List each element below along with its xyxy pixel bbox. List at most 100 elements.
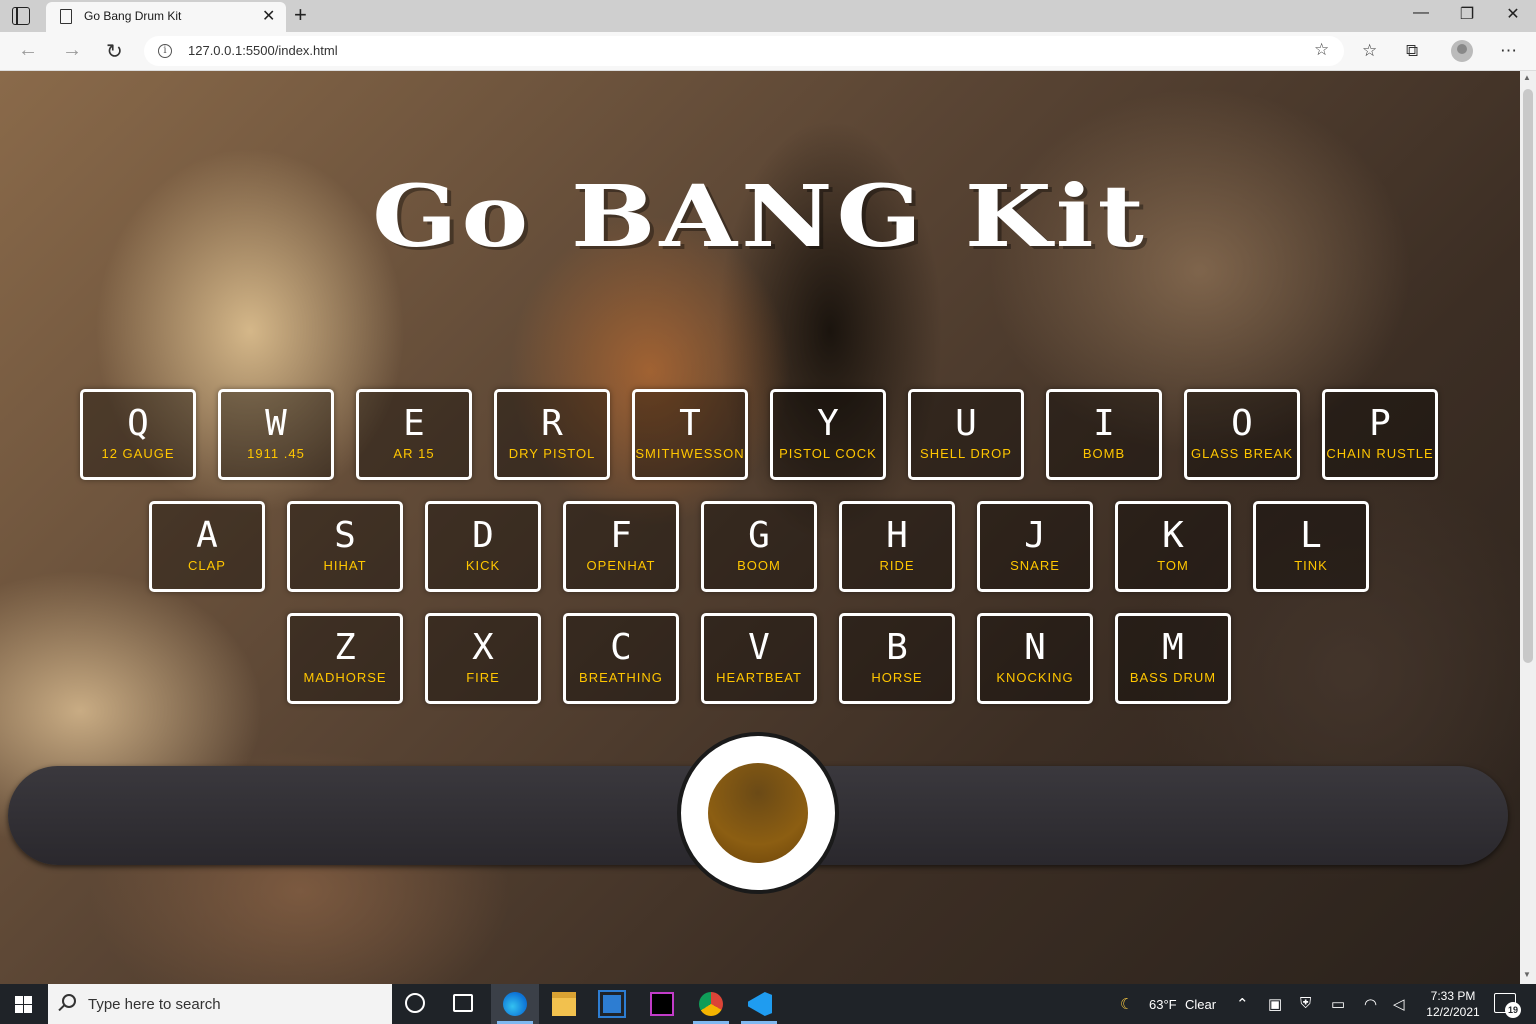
cortana-icon[interactable]	[405, 993, 425, 1013]
system-clock[interactable]: 7:33 PM 12/2/2021	[1418, 988, 1488, 1020]
drum-key-h[interactable]: H RIDE	[839, 501, 955, 592]
windows-taskbar: Type here to search ☾ 63°F Clear ⌃ ▣ ⛨ ▭…	[0, 984, 1536, 1024]
key-letter: V	[748, 627, 770, 668]
drum-key-y[interactable]: Y PISTOL COCK	[770, 389, 886, 480]
scroll-up-icon[interactable]: ▲	[1523, 73, 1531, 82]
drum-key-u[interactable]: U SHELL DROP	[908, 389, 1024, 480]
defender-icon[interactable]: ⛨	[1300, 995, 1311, 1012]
drum-key-l[interactable]: L TINK	[1253, 501, 1369, 592]
meet-now-icon[interactable]: ▣	[1268, 995, 1282, 1013]
weather-temp[interactable]: 63°F	[1149, 997, 1177, 1012]
drum-key-c[interactable]: C BREATHING	[563, 613, 679, 704]
volume-icon[interactable]: ◁	[1393, 995, 1405, 1013]
more-menu-icon[interactable]: ⋯	[1500, 41, 1517, 61]
key-sound-label: GLASS BREAK	[1190, 446, 1294, 461]
minimize-button[interactable]: —	[1398, 4, 1444, 22]
key-sound-label: BOOM	[737, 558, 781, 573]
key-letter: Z	[334, 627, 356, 668]
vscode-icon[interactable]	[748, 992, 772, 1016]
profile-avatar[interactable]	[1451, 40, 1473, 62]
key-sound-label: BREATHING	[579, 670, 663, 685]
url-text[interactable]: 127.0.0.1:5500/index.html	[188, 43, 338, 58]
maximize-button[interactable]: ❐	[1444, 4, 1490, 24]
drum-key-j[interactable]: J SNARE	[977, 501, 1093, 592]
clock-date: 12/2/2021	[1426, 1005, 1480, 1019]
new-tab-button[interactable]: +	[294, 2, 307, 28]
file-explorer-icon[interactable]	[552, 992, 576, 1016]
drum-key-q[interactable]: Q 12 GAUGE	[80, 389, 196, 480]
favorites-icon[interactable]: ☆	[1362, 41, 1377, 61]
tab-actions-icon[interactable]	[12, 7, 30, 25]
jetbrains-icon[interactable]	[650, 992, 674, 1016]
key-sound-label: RIDE	[879, 558, 915, 573]
drum-key-v[interactable]: V HEARTBEAT	[701, 613, 817, 704]
key-sound-label: OPENHAT	[586, 558, 656, 573]
scroll-down-icon[interactable]: ▼	[1523, 970, 1531, 979]
drum-key-w[interactable]: W 1911 .45	[218, 389, 334, 480]
drum-key-r[interactable]: R DRY PISTOL	[494, 389, 610, 480]
drum-key-k[interactable]: K TOM	[1115, 501, 1231, 592]
refresh-button[interactable]: ↻	[106, 39, 123, 64]
wifi-icon[interactable]: ◠	[1364, 995, 1377, 1013]
key-letter: P	[1369, 403, 1391, 444]
site-info-icon[interactable]: i	[158, 44, 172, 58]
key-sound-label: KNOCKING	[996, 670, 1074, 685]
drum-key-x[interactable]: X FIRE	[425, 613, 541, 704]
key-letter: B	[886, 627, 908, 668]
drum-key-z[interactable]: Z MADHORSE	[287, 613, 403, 704]
key-sound-label: TOM	[1157, 558, 1189, 573]
key-letter: X	[472, 627, 494, 668]
address-bar: ← → ↻ i 127.0.0.1:5500/index.html ☆ ☆ ⧉ …	[0, 32, 1536, 71]
drum-key-d[interactable]: D KICK	[425, 501, 541, 592]
chevron-up-icon[interactable]: ⌃	[1236, 995, 1249, 1013]
key-letter: M	[1162, 627, 1184, 668]
forward-button[interactable]: →	[62, 39, 82, 62]
key-sound-label: MADHORSE	[303, 670, 387, 685]
page-title: Go BANG Kit	[372, 165, 1148, 267]
drum-key-s[interactable]: S HIHAT	[287, 501, 403, 592]
notification-badge: 19	[1505, 1002, 1521, 1018]
key-letter: J	[1024, 515, 1046, 556]
key-sound-label: FIRE	[466, 670, 500, 685]
url-field[interactable]: i 127.0.0.1:5500/index.html ☆	[144, 36, 1344, 66]
task-view-icon[interactable]	[453, 994, 473, 1012]
key-sound-label: KICK	[465, 558, 501, 573]
browser-tab[interactable]: Go Bang Drum Kit ✕	[46, 2, 286, 32]
drum-key-p[interactable]: P CHAIN RUSTLE	[1322, 389, 1438, 480]
close-tab-icon[interactable]: ✕	[262, 6, 275, 26]
key-letter: N	[1024, 627, 1046, 668]
key-sound-label: HORSE	[871, 670, 923, 685]
drum-key-b[interactable]: B HORSE	[839, 613, 955, 704]
drum-key-i[interactable]: I BOMB	[1046, 389, 1162, 480]
weather-condition[interactable]: Clear	[1185, 997, 1216, 1012]
drum-key-m[interactable]: M BASS DRUM	[1115, 613, 1231, 704]
drum-key-t[interactable]: T SMITHWESSON	[632, 389, 748, 480]
page-scrollbar[interactable]: ▲ ▼	[1520, 71, 1536, 984]
key-letter: U	[955, 403, 977, 444]
drum-key-a[interactable]: A CLAP	[149, 501, 265, 592]
edge-icon[interactable]	[503, 992, 527, 1016]
key-sound-label: 1911 .45	[247, 446, 305, 461]
key-letter: T	[679, 403, 701, 444]
volume-slider-knob[interactable]	[677, 732, 839, 894]
drum-key-o[interactable]: O GLASS BREAK	[1184, 389, 1300, 480]
back-button[interactable]: ←	[18, 39, 38, 62]
add-favorite-icon[interactable]: ☆	[1314, 40, 1329, 60]
drum-key-f[interactable]: F OPENHAT	[563, 501, 679, 592]
collections-icon[interactable]: ⧉	[1406, 41, 1418, 61]
taskbar-search[interactable]: Type here to search	[48, 984, 392, 1024]
search-icon	[62, 994, 76, 1008]
drum-key-g[interactable]: G BOOM	[701, 501, 817, 592]
scroll-thumb[interactable]	[1523, 89, 1533, 663]
key-letter: K	[1162, 515, 1184, 556]
key-sound-label: TINK	[1294, 558, 1328, 573]
start-button[interactable]	[15, 996, 32, 1013]
drum-key-e[interactable]: E AR 15	[356, 389, 472, 480]
drum-key-n[interactable]: N KNOCKING	[977, 613, 1093, 704]
store-icon[interactable]	[598, 990, 626, 1018]
chrome-icon[interactable]	[699, 992, 723, 1016]
slider-knob-center	[708, 763, 808, 863]
weather-moon-icon[interactable]: ☾	[1120, 995, 1133, 1013]
battery-icon[interactable]: ▭	[1331, 995, 1345, 1013]
close-window-button[interactable]: ✕	[1490, 4, 1536, 24]
